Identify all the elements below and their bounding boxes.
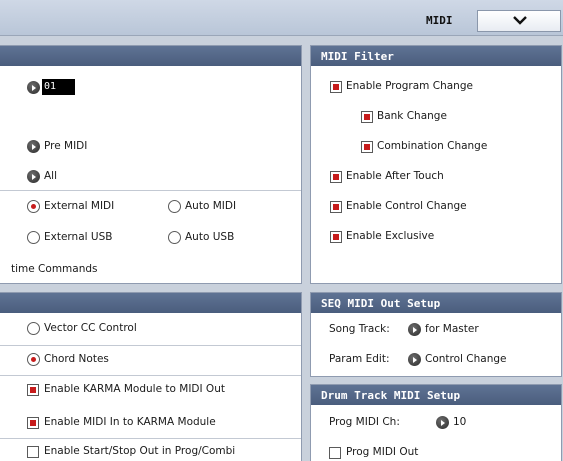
enable-program-change-label: Enable Program Change xyxy=(346,80,473,92)
drum-track-title: Drum Track MIDI Setup xyxy=(311,385,561,405)
combination-change-label: Combination Change xyxy=(377,140,488,152)
arrow-button-icon[interactable] xyxy=(436,416,449,429)
enable-program-change-checkbox[interactable] xyxy=(330,81,342,93)
enable-karma-to-midi-out-checkbox[interactable] xyxy=(27,384,39,396)
chord-notes-label: Chord Notes xyxy=(44,353,109,365)
arrow-button-icon[interactable] xyxy=(408,323,421,336)
midi-filter-title: MIDI Filter xyxy=(311,46,561,66)
mode-title: MIDI xyxy=(426,14,453,27)
enable-after-touch-checkbox[interactable] xyxy=(330,171,342,183)
song-track-value[interactable]: for Master xyxy=(425,323,479,335)
divider xyxy=(0,375,301,376)
param-edit-label: Param Edit: xyxy=(329,353,390,365)
external-midi-label: External MIDI xyxy=(44,200,115,212)
enable-exclusive-label: Enable Exclusive xyxy=(346,230,435,242)
enable-midi-in-to-karma-label: Enable MIDI In to KARMA Module xyxy=(44,416,216,428)
arrow-button-icon[interactable] xyxy=(408,353,421,366)
bank-change-label: Bank Change xyxy=(377,110,447,122)
external-usb-label: External USB xyxy=(44,231,113,243)
enable-control-change-checkbox[interactable] xyxy=(330,201,342,213)
prog-midi-ch-value[interactable]: 10 xyxy=(453,416,466,428)
arrow-button-icon[interactable] xyxy=(27,170,40,183)
auto-usb-radio[interactable] xyxy=(168,231,181,244)
vector-cc-control-radio[interactable] xyxy=(27,322,40,335)
prog-midi-out-checkbox[interactable] xyxy=(329,447,341,459)
enable-control-change-label: Enable Control Change xyxy=(346,200,467,212)
external-usb-radio[interactable] xyxy=(27,231,40,244)
left-bottom-panel-header xyxy=(0,293,301,313)
auto-midi-radio[interactable] xyxy=(168,200,181,213)
drum-track-panel: Drum Track MIDI Setup Prog MIDI Ch: 10 P… xyxy=(310,384,562,461)
left-bottom-panel: Vector CC Control Chord Notes Enable KAR… xyxy=(0,292,302,461)
enable-start-stop-out-checkbox[interactable] xyxy=(27,446,39,458)
auto-midi-label: Auto MIDI xyxy=(185,200,237,212)
external-midi-radio[interactable] xyxy=(27,200,40,213)
bank-change-checkbox[interactable] xyxy=(361,111,373,123)
auto-usb-label: Auto USB xyxy=(185,231,235,243)
chevron-down-icon xyxy=(513,16,527,25)
realtime-commands-label: time Commands xyxy=(11,263,98,275)
divider xyxy=(0,438,301,439)
channel-value[interactable]: 01 xyxy=(42,79,75,95)
seq-midi-out-title: SEQ MIDI Out Setup xyxy=(311,293,561,313)
vector-cc-control-label: Vector CC Control xyxy=(44,322,137,334)
combination-change-checkbox[interactable] xyxy=(361,141,373,153)
enable-start-stop-out-label: Enable Start/Stop Out in Prog/Combi xyxy=(44,445,236,457)
enable-exclusive-checkbox[interactable] xyxy=(330,231,342,243)
left-top-panel-header xyxy=(0,46,301,66)
song-track-label: Song Track: xyxy=(329,323,390,335)
arrow-button-icon[interactable] xyxy=(27,140,40,153)
divider xyxy=(0,345,301,346)
arrow-button-icon[interactable] xyxy=(27,81,40,94)
top-bar: MIDI xyxy=(0,0,563,36)
pre-midi-value[interactable]: Pre MIDI xyxy=(44,140,87,152)
enable-karma-to-midi-out-label: Enable KARMA Module to MIDI Out xyxy=(44,383,225,395)
mode-dropdown[interactable] xyxy=(477,10,561,32)
enable-after-touch-label: Enable After Touch xyxy=(346,170,444,182)
midi-filter-panel: MIDI Filter Enable Program Change Bank C… xyxy=(310,45,562,284)
prog-midi-ch-label: Prog MIDI Ch: xyxy=(329,416,400,428)
chord-notes-radio[interactable] xyxy=(27,353,40,366)
enable-midi-in-to-karma-checkbox[interactable] xyxy=(27,417,39,429)
divider xyxy=(0,190,301,191)
seq-midi-out-panel: SEQ MIDI Out Setup Song Track: for Maste… xyxy=(310,292,562,377)
param-edit-value[interactable]: Control Change xyxy=(425,353,507,365)
all-value[interactable]: All xyxy=(44,170,57,182)
prog-midi-out-label: Prog MIDI Out xyxy=(346,446,419,458)
left-top-panel: 01 Pre MIDI All External MIDI Auto MIDI … xyxy=(0,45,302,284)
